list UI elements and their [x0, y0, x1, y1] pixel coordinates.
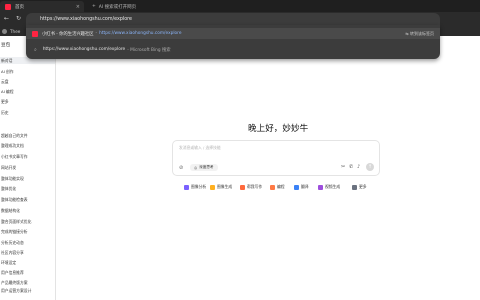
deep-think-label: 深度思考 — [199, 165, 214, 169]
coding-icon — [270, 184, 275, 190]
scissors-icon[interactable]: ✂ — [341, 164, 345, 170]
history-item[interactable]: 用户信息推荐 — [1, 270, 24, 276]
new-tab-plus-icon: + — [92, 4, 96, 9]
quick-label: 编程 — [277, 184, 285, 189]
microphone-icon[interactable]: ♪ — [357, 164, 360, 170]
bookmark-favicon-icon — [2, 29, 7, 34]
sidebar-title: 豆包 — [1, 43, 11, 48]
deep-think-icon: ◎ — [194, 165, 198, 170]
quick-more[interactable]: 更多 — [352, 184, 367, 190]
attach-icon[interactable]: ⊘ — [179, 165, 183, 171]
history-item[interactable]: 产品最终版方案 — [1, 280, 28, 286]
tab-home[interactable]: 首页 × — [0, 1, 84, 12]
suggestion-search[interactable]: ⌕ https://www.xiaohongshu.com/explore - … — [26, 44, 440, 55]
address-bar[interactable]: https://www.xiaohongshu.com/explore — [26, 13, 440, 25]
history-item[interactable]: 超越自己的文件 — [1, 133, 28, 139]
writing-icon — [240, 184, 245, 190]
omnibox-suggestions: 小红书 - 你的生活兴趣社区 - https://www.xiaohongshu… — [26, 25, 440, 59]
back-icon[interactable]: ← — [2, 14, 11, 23]
address-text: https://www.xiaohongshu.com/explore — [40, 16, 132, 22]
quick-label: 帮我写作 — [247, 184, 263, 189]
bookmark-item[interactable]: Thee — [2, 29, 20, 34]
xiaohongshu-favicon-icon — [32, 30, 38, 37]
reload-icon[interactable]: ↻ — [14, 14, 23, 23]
close-tab-icon[interactable]: × — [76, 4, 80, 10]
bookmark-label: Thee — [10, 29, 21, 34]
image-gen-icon — [210, 184, 215, 190]
history-item[interactable]: 整理成功文档 — [1, 143, 24, 149]
quick-video-gen[interactable]: 视频生成 — [318, 184, 340, 190]
sidebar-item-more[interactable]: 更多 — [1, 99, 9, 105]
history-item[interactable]: 分析历史动态 — [1, 240, 24, 246]
quick-label: 图像生成 — [217, 184, 233, 189]
page-content: 豆包 新对话 AI 创作 云盘 AI 编程 更多 历史 超越自己的文件 整理成功… — [0, 36, 480, 300]
tab-home-label: 首页 — [15, 4, 24, 10]
history-item[interactable]: 整体功能实现 — [1, 176, 24, 182]
quick-writing[interactable]: 帮我写作 — [240, 184, 262, 190]
quick-label: 视频生成 — [325, 184, 341, 189]
video-gen-icon — [318, 184, 323, 190]
suggestion-tab-switch[interactable]: 小红书 - 你的生活兴趣社区 - https://www.xiaohongshu… — [26, 28, 440, 39]
history-item[interactable]: 社区内容分享 — [1, 250, 24, 256]
translate-icon — [294, 184, 299, 190]
switch-tab-label: 转到该标签页 — [410, 30, 434, 36]
suggestion-search-desc: - Microsoft Bing 搜索 — [127, 47, 171, 53]
quick-translate[interactable]: 翻译 — [294, 184, 309, 190]
history-item[interactable]: 小红书文章写作 — [1, 154, 28, 160]
tab-new-label: AI 搜索或打开网页 — [98, 4, 137, 10]
history-item[interactable]: 用户运营方案设计 — [1, 288, 31, 294]
sidebar-item-coding[interactable]: AI 编程 — [1, 89, 14, 95]
chat-input-placeholder: 发消息或输入 / 选择技能 — [179, 145, 221, 150]
quick-label: 更多 — [359, 184, 367, 189]
suggestion-url: https://www.xiaohongshu.com/explore — [99, 31, 182, 36]
quick-image-gen[interactable]: 图像生成 — [210, 184, 232, 190]
history-item[interactable]: 整合页面样式优化 — [1, 219, 31, 225]
sidebar-history-heading: 历史 — [1, 110, 9, 115]
chat-input-box[interactable]: 发消息或输入 / 选择技能 ⊘ ◎ 深度思考 ✂ ✆ ♪ ↑ — [172, 140, 380, 176]
greeting-title: 晚上好，妙妙牛 — [248, 124, 309, 134]
sidebar-item-cloud[interactable]: 云盘 — [1, 79, 9, 85]
suggestion-title: 小红书 - 你的生活兴趣社区 — [42, 31, 94, 37]
history-item[interactable]: 环境设定 — [1, 260, 16, 266]
deep-think-toggle[interactable]: ◎ 深度思考 — [190, 164, 218, 171]
sidebar: 豆包 新对话 AI 创作 云盘 AI 编程 更多 历史 超越自己的文件 整理成功… — [0, 36, 56, 300]
suggestion-search-url: https://www.xiaohongshu.com/explore — [42, 47, 126, 52]
xiaohongshu-favicon-icon — [5, 3, 11, 10]
phone-icon[interactable]: ✆ — [349, 164, 353, 170]
history-item[interactable]: 整体功能检查表 — [1, 197, 28, 203]
quick-image-analysis[interactable]: 图像分析 — [184, 184, 206, 190]
up-arrow-icon: ↑ — [367, 164, 373, 170]
send-button[interactable]: ↑ — [366, 163, 374, 171]
quick-label: 图像分析 — [191, 184, 207, 189]
more-grid-icon — [352, 184, 357, 190]
suggestion-separator: - — [95, 31, 98, 36]
history-item[interactable]: 网站开发 — [1, 165, 16, 171]
history-item[interactable]: 整体优化 — [1, 186, 16, 192]
switch-to-tab-button[interactable]: ⇆ 转到该标签页 — [405, 31, 434, 37]
quick-coding[interactable]: 编程 — [270, 184, 285, 190]
search-icon: ⌕ — [34, 46, 37, 53]
tab-new[interactable]: + AI 搜索或打开网页 — [84, 1, 204, 12]
image-analysis-icon — [184, 184, 189, 190]
history-item[interactable]: 数据结构化 — [1, 208, 20, 214]
sidebar-item-ai-create[interactable]: AI 创作 — [1, 69, 14, 75]
history-item[interactable]: 完成的链接分析 — [1, 229, 28, 235]
tab-strip: 首页 × + AI 搜索或打开网页 — [0, 0, 480, 12]
quick-label: 翻译 — [301, 184, 309, 189]
